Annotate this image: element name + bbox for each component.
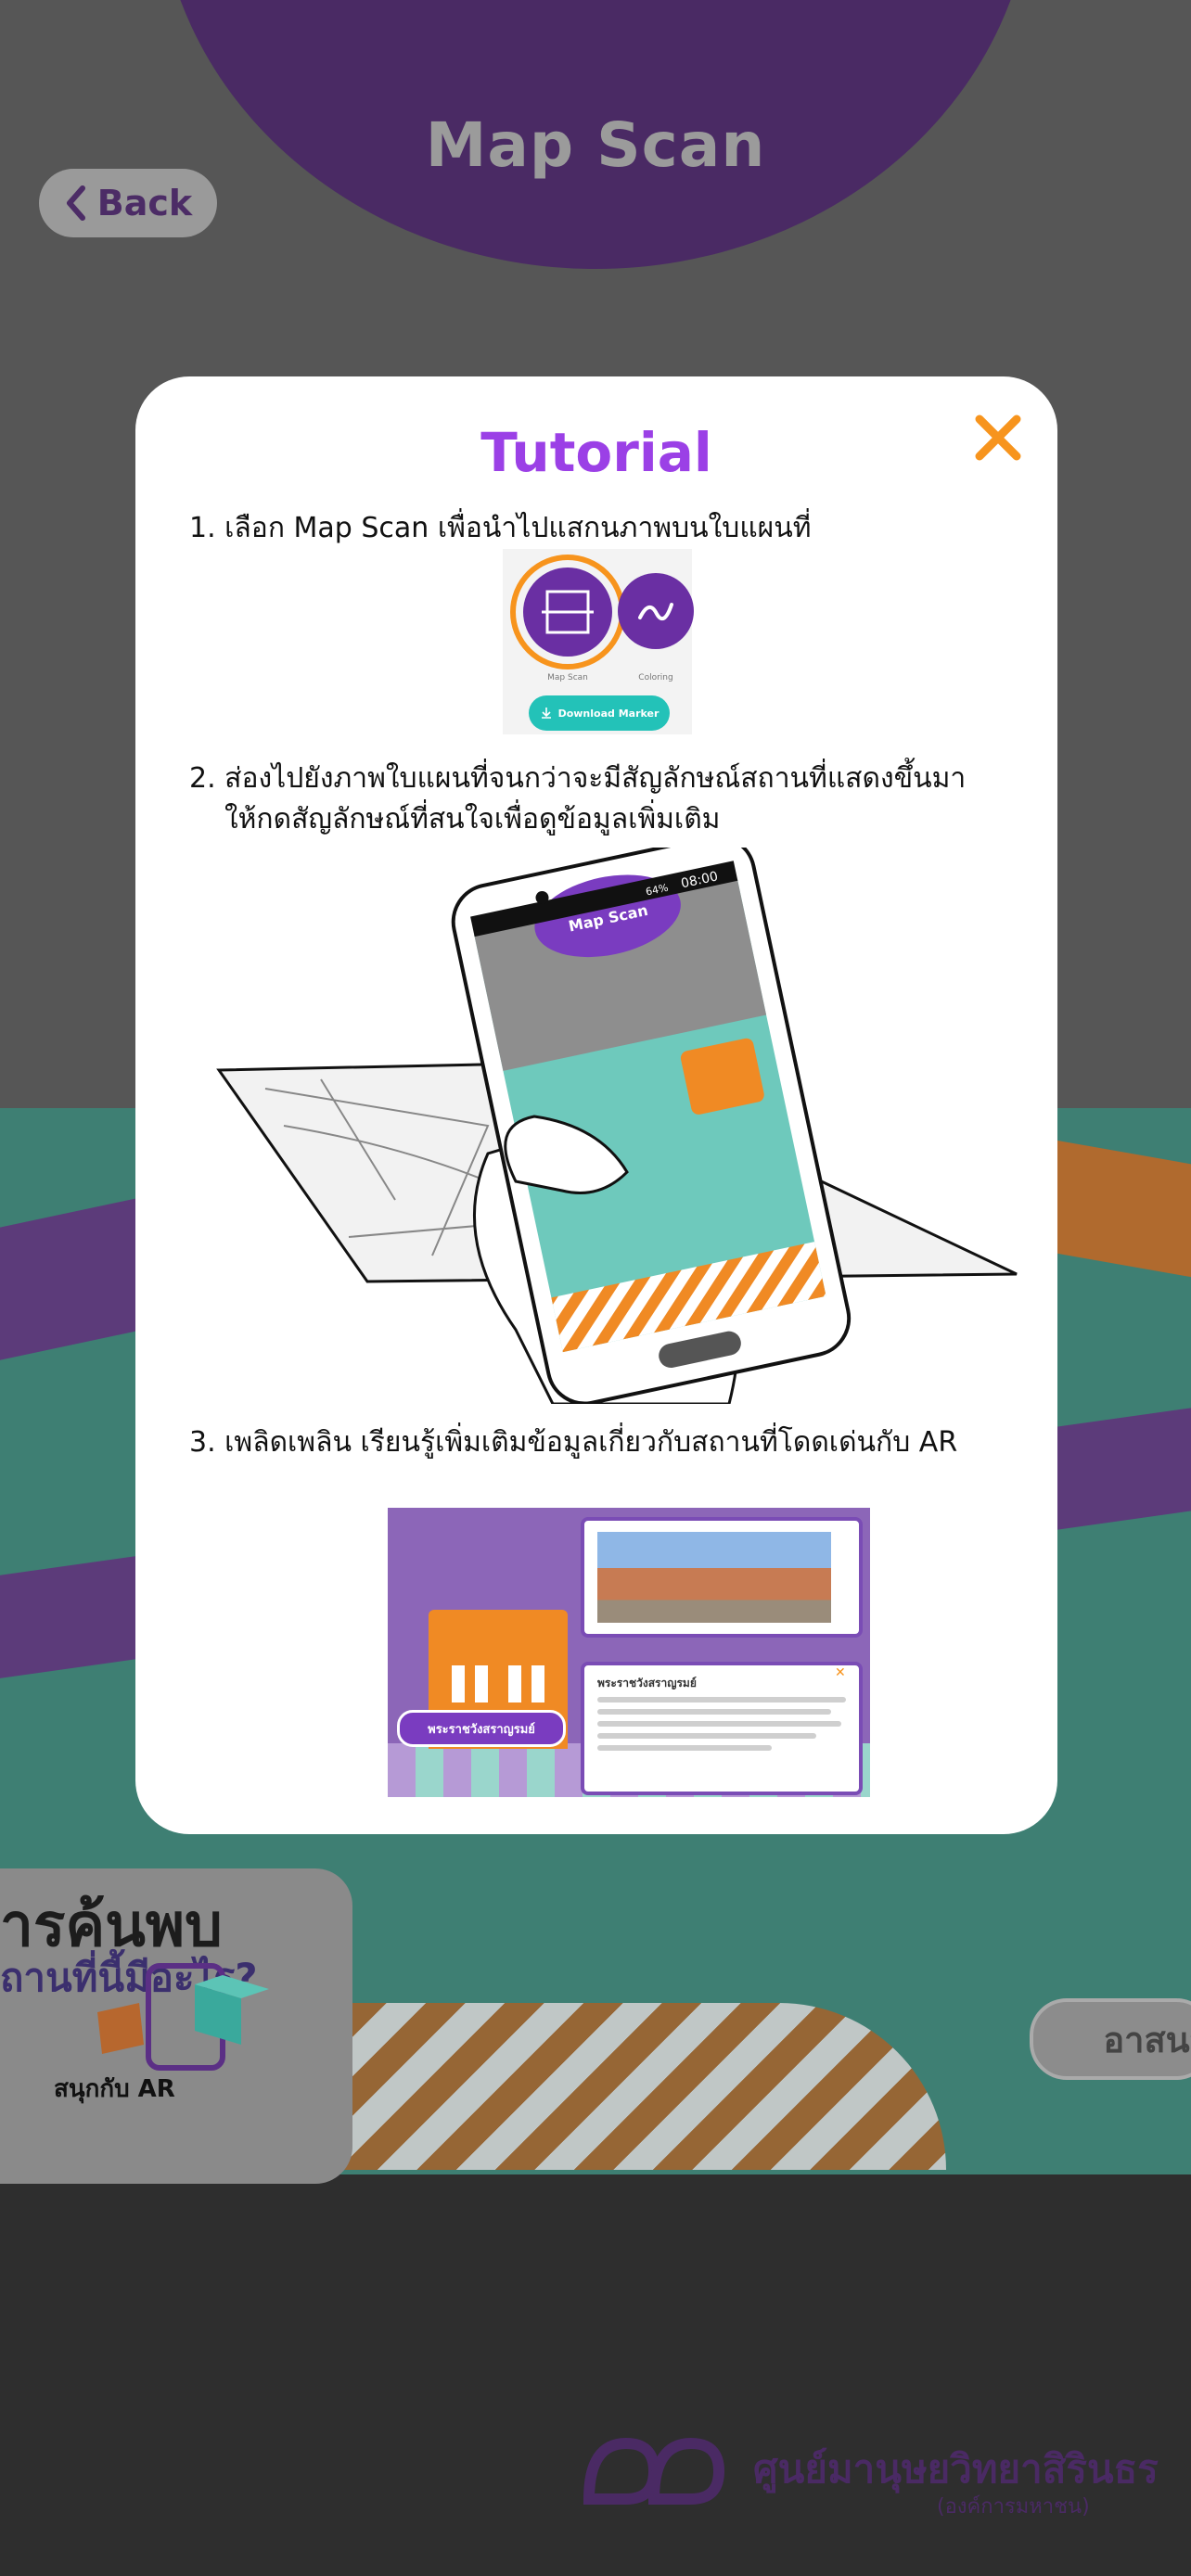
landmark-info-title: พระราชวังสราญรมย์ — [597, 1677, 697, 1690]
modal-title: Tutorial — [480, 421, 712, 484]
phone-scan-illustration: Map Scan 08:00 64% — [216, 848, 1018, 1404]
tutorial-step-1-text: 1. เลือก Map Scan เพื่อนำไปแสกนภาพบนใบแผ… — [189, 512, 812, 544]
landmark-photo — [597, 1532, 831, 1623]
back-button[interactable]: Back — [39, 169, 217, 237]
footer-org-subtitle: (องค์การมหาชน) — [937, 2495, 1090, 2519]
landmark-label-pill: อาสนว — [1030, 1998, 1191, 2080]
download-marker-label: Download Marker — [557, 707, 660, 720]
tutorial-step-3: 3. เพลิดเพลิน เรียนรู้เพิ่มเติมข้อมูลเกี… — [189, 1422, 1024, 1463]
tutorial-step-1: 1. เลือก Map Scan เพื่อนำไปแสกนภาพบนใบแผ… — [189, 508, 1024, 549]
chevron-left-icon — [66, 185, 85, 221]
map-scan-label: Map Scan — [547, 673, 588, 682]
ar-cube-icon — [97, 1963, 269, 2071]
download-marker-button: Download Marker — [529, 695, 670, 731]
landmark-info-card: พระราชวังสราญรมย์ ✕ — [581, 1662, 863, 1795]
discovery-panel-caption: สนุกกับ AR — [54, 2075, 175, 2103]
download-icon — [541, 708, 551, 719]
close-icon[interactable] — [970, 410, 1026, 465]
tutorial-step-2-text-cont: ให้กดสัญลักษณ์ที่สนใจเพื่อดูข้อมูลเพิ่มเ… — [224, 803, 721, 835]
landmark-photo-card — [581, 1517, 863, 1638]
landmark-info-text-lines — [597, 1697, 846, 1757]
coloring-icon — [618, 573, 694, 649]
ar-result-illustration: พระราชวังสราญรมย์ พระราชวังสราญรมย์ ✕ — [388, 1508, 870, 1797]
back-button-label: Back — [96, 183, 193, 223]
tutorial-modal: Tutorial 1. เลือก Map Scan เพื่อนำไปแสกน… — [135, 376, 1057, 1834]
close-icon: ✕ — [835, 1665, 846, 1680]
tutorial-step-2: 2. ส่องไปยังภาพใบแผนที่จนกว่าจะมีสัญลักษ… — [189, 759, 1043, 840]
coloring-label: Coloring — [638, 673, 673, 682]
tutorial-step-2-text: 2. ส่องไปยังภาพใบแผนที่จนกว่าจะมีสัญลักษ… — [189, 762, 967, 795]
landmark-badge: พระราชวังสราญรมย์ — [397, 1710, 566, 1747]
tutorial-step-3-text: 3. เพลิดเพลิน เรียนรู้เพิ่มเติมข้อมูลเกี… — [189, 1426, 958, 1459]
map-scan-icon — [523, 567, 612, 657]
sirindhorn-logo-icon — [583, 2437, 725, 2505]
